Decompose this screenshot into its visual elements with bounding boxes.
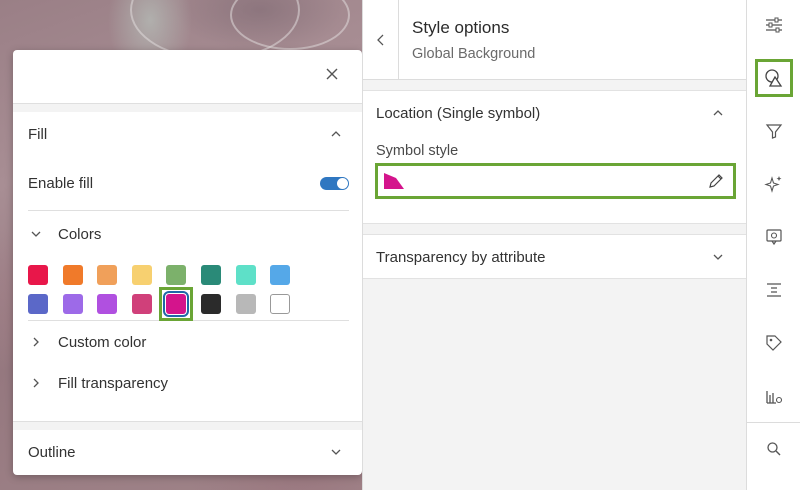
color-swatch[interactable] [97, 265, 118, 285]
divider [13, 104, 362, 112]
chevron-down-icon [31, 231, 41, 237]
location-label: Location (Single symbol) [376, 104, 541, 122]
color-swatch[interactable] [166, 265, 187, 285]
pencil-icon[interactable] [707, 172, 725, 190]
transparency-label: Transparency by attribute [376, 248, 546, 266]
polygon-symbol-icon [384, 173, 404, 189]
location-section-header[interactable]: Location (Single symbol) [363, 91, 746, 135]
panel-header: Style options Global Background [363, 0, 746, 80]
outline-label: Outline [28, 443, 76, 461]
close-icon[interactable] [322, 66, 342, 86]
properties-icon[interactable] [755, 6, 793, 44]
color-swatch[interactable] [200, 265, 221, 285]
colors-label: Colors [58, 225, 102, 243]
divider [13, 422, 362, 430]
color-swatch[interactable] [270, 265, 291, 285]
panel-title: Style options [412, 18, 510, 37]
enable-fill-toggle[interactable] [320, 176, 349, 190]
panel-subtitle: Global Background [412, 46, 536, 62]
enable-fill-row: Enable fill [13, 156, 362, 210]
color-swatch[interactable] [159, 287, 194, 321]
transparency-section-header[interactable]: Transparency by attribute [363, 235, 746, 279]
chevron-up-icon [331, 131, 341, 137]
color-swatch[interactable] [235, 265, 256, 285]
color-swatch[interactable] [28, 294, 48, 314]
configure-popups-icon[interactable] [755, 218, 793, 256]
symbol-style-label: Symbol style [376, 143, 459, 159]
location-card: Location (Single symbol) Symbol style [363, 90, 746, 224]
custom-color-header[interactable]: Custom color [13, 321, 362, 363]
chevron-down-icon [331, 449, 341, 455]
chevron-up-icon [713, 110, 723, 116]
color-swatch[interactable] [131, 265, 152, 285]
effects-icon[interactable] [755, 165, 793, 203]
styles-icon[interactable] [755, 59, 793, 97]
symbol-style-field[interactable] [375, 163, 736, 199]
outline-section-header[interactable]: Outline [13, 430, 362, 474]
custom-color-label: Custom color [58, 333, 147, 351]
enable-fill-label: Enable fill [28, 174, 94, 192]
fill-transparency-label: Fill transparency [58, 374, 169, 392]
back-button[interactable] [363, 0, 399, 80]
chevron-right-icon [33, 378, 39, 388]
selection-highlight [159, 287, 194, 321]
color-swatch[interactable] [97, 294, 118, 314]
settings-toolbar [746, 0, 800, 490]
divider [747, 422, 800, 423]
filter-icon[interactable] [755, 112, 793, 150]
labels-icon[interactable] [755, 324, 793, 362]
color-swatch[interactable] [131, 294, 152, 314]
symbol-style-popup: Fill Enable fill Colors Custom color Fil… [13, 50, 362, 475]
search-icon[interactable] [755, 430, 793, 468]
color-swatch[interactable] [28, 265, 48, 285]
color-swatch[interactable] [62, 294, 83, 314]
colors-section-header[interactable]: Colors [13, 211, 362, 257]
transparency-card: Transparency by attribute [363, 234, 746, 279]
fill-label: Fill [28, 125, 48, 143]
style-options-panel: Style options Global Background Location… [362, 0, 746, 490]
color-swatch[interactable] [62, 265, 83, 285]
color-swatch[interactable] [200, 294, 221, 314]
fill-transparency-header[interactable]: Fill transparency [13, 363, 362, 403]
chevron-down-icon [713, 254, 723, 260]
configure-charts-icon[interactable] [755, 377, 793, 415]
configure-fields-icon[interactable] [755, 271, 793, 309]
chevron-right-icon [33, 337, 39, 347]
popup-header [13, 50, 362, 104]
color-swatches [13, 257, 362, 321]
chevron-left-icon [376, 34, 383, 46]
color-swatch[interactable] [235, 294, 256, 314]
fill-section-header[interactable]: Fill [13, 112, 362, 156]
color-swatch[interactable] [270, 294, 291, 314]
